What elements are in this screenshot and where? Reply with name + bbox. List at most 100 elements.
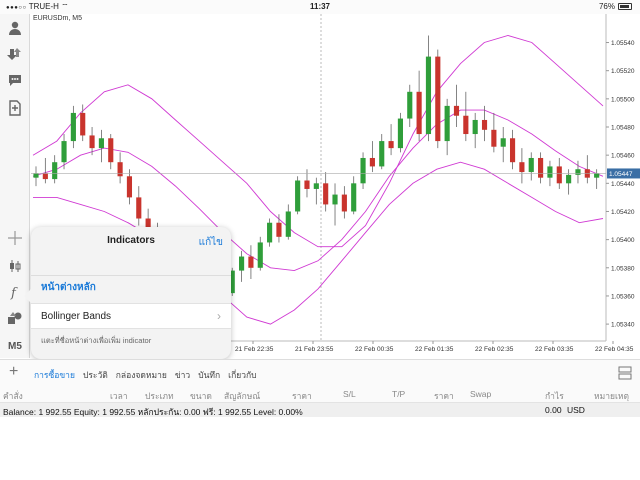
popover-divider [31, 275, 231, 276]
candle-body [435, 56, 441, 142]
col-price: ราคา [292, 391, 312, 401]
y-tick-label: 1.05440 [611, 181, 635, 188]
col-sl: S/L [343, 389, 356, 399]
edit-button[interactable]: แก้ไข [199, 235, 223, 250]
candle-body [360, 157, 366, 184]
candle-body [108, 138, 114, 163]
candle-body [304, 180, 310, 189]
candle-body [369, 157, 375, 167]
clock: 11:37 [309, 2, 331, 11]
layout-icon[interactable] [618, 366, 632, 380]
col-type: ประเภท [145, 391, 174, 401]
popover-hint: แตะที่ชื่อหน้าต่างเพื่อเพิ่ม indicator [41, 336, 152, 345]
candle-body [547, 166, 553, 178]
tab-history[interactable]: ประวัติ [83, 368, 108, 382]
tab-journal[interactable]: บันทึก [198, 368, 220, 382]
battery-percent: 76% [598, 2, 615, 11]
terminal-tabs: การซื้อขาย ประวัติ กล่องจดหมาย ข่าว บันท… [34, 368, 257, 382]
tab-trade[interactable]: การซื้อขาย [34, 368, 75, 382]
candlestick-icon[interactable] [5, 256, 25, 276]
function-icon[interactable]: f [5, 282, 25, 302]
trade-table-header: คำสั่ง เวลา ประเภท ขนาด สัญลักษณ์ ราคา S… [0, 385, 640, 403]
candle-body [519, 162, 525, 173]
download-icon[interactable] [5, 44, 25, 64]
candle-body [538, 157, 544, 178]
candle-body [70, 112, 76, 142]
popover-arrow [24, 289, 31, 303]
col-profit: กำไร [545, 391, 564, 401]
candle-body [453, 105, 460, 116]
candle-body [295, 180, 301, 212]
candle-body [98, 138, 104, 149]
objects-icon[interactable] [5, 308, 25, 328]
candle-body [313, 183, 319, 189]
chat-icon[interactable] [5, 70, 25, 90]
account-icon[interactable] [5, 18, 25, 38]
col-time: เวลา [110, 391, 128, 401]
candle-body [276, 222, 282, 237]
candle-body [575, 169, 581, 175]
chevron-right-icon: › [217, 309, 221, 323]
candle-body [351, 183, 357, 212]
candle-body [257, 242, 263, 268]
candle-body [52, 162, 58, 180]
candle-body [463, 115, 469, 135]
candle-body [341, 194, 347, 212]
col-order: คำสั่ง [3, 391, 23, 401]
col-symbol: สัญลักษณ์ [224, 391, 261, 401]
y-tick-label: 1.05480 [611, 125, 635, 132]
candle-body [472, 119, 478, 135]
candle-body [556, 166, 562, 184]
indicator-item-label: Bollinger Bands [41, 311, 112, 322]
tab-mailbox[interactable]: กล่องจดหมาย [116, 368, 167, 382]
candle-body [267, 222, 273, 243]
tab-news[interactable]: ข่าว [175, 368, 190, 382]
y-tick-label: 1.05540 [611, 40, 635, 47]
candle-body [397, 118, 403, 149]
x-tick-label: 22 Feb 00:35 [355, 346, 394, 353]
candle-body [594, 173, 600, 178]
candle-body [444, 105, 450, 142]
y-tick-label: 1.05460 [611, 153, 635, 160]
timeframe-button[interactable]: M5 [5, 336, 25, 356]
candle-body [80, 112, 86, 136]
col-volume: ขนาด [190, 391, 212, 401]
candle-body [239, 256, 245, 271]
candle-body [425, 56, 432, 135]
x-tick-label: 21 Feb 22:35 [235, 346, 274, 353]
battery: 76% [599, 2, 632, 11]
add-order-icon[interactable]: + [9, 363, 18, 381]
col-tp: T/P [392, 389, 406, 399]
candle-body [500, 138, 506, 147]
balance-row[interactable]: Balance: 1 992.55 Equity: 1 992.55 หลักป… [0, 403, 640, 417]
y-tick-label: 1.05420 [611, 209, 635, 216]
col-swap: Swap [470, 389, 492, 399]
candle-body [416, 91, 422, 135]
new-document-icon[interactable] [5, 98, 25, 118]
crosshair-icon[interactable] [5, 228, 25, 248]
terminal-tabs-bar: + การซื้อขาย ประวัติ กล่องจดหมาย ข่าว บั… [0, 359, 640, 385]
account-currency: USD [567, 405, 585, 415]
candle-body [509, 138, 516, 163]
candle-body [117, 162, 123, 177]
current-price-label: 1.05447 [609, 171, 633, 178]
balance-summary: Balance: 1 992.55 Equity: 1 992.55 หลักป… [3, 407, 303, 417]
bollinger-upper-band [32, 35, 604, 248]
tab-about[interactable]: เกี่ยวกับ [228, 368, 256, 382]
y-tick-label: 1.05340 [611, 322, 635, 329]
candle-body [33, 173, 39, 178]
indicator-item-bollinger-bands[interactable]: Bollinger Bands › [31, 303, 231, 329]
candle-body [388, 141, 394, 149]
x-tick-label: 22 Feb 03:35 [535, 346, 574, 353]
col-comment: หมายเหตุ [594, 391, 629, 401]
main-window-section[interactable]: หน้าต่างหลัก [41, 280, 96, 295]
candle-body [566, 174, 572, 184]
candle-body [61, 141, 67, 163]
total-profit: 0.00 [545, 405, 562, 415]
svg-text:f: f [10, 286, 18, 300]
candle-body [528, 157, 534, 173]
indicators-popover: Indicators แก้ไข หน้าต่างหลัก Bollinger … [24, 227, 231, 359]
candle-body [379, 141, 385, 167]
left-toolbar: f M5 [0, 14, 30, 358]
candle-body [323, 183, 329, 205]
